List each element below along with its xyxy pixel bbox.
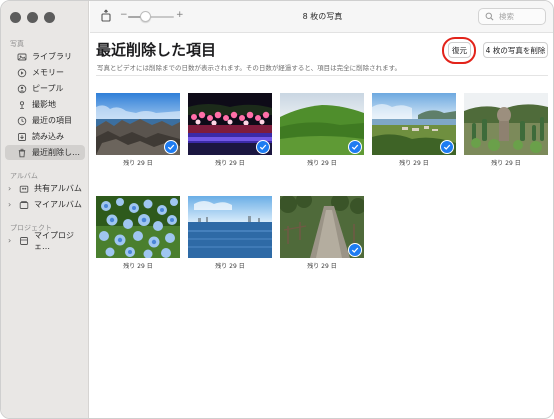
delete-photos-button[interactable]: 4 枚の写真を削除 xyxy=(483,42,548,58)
sidebar-item-label: 最近の項目 xyxy=(32,116,72,125)
places-pin-icon xyxy=(17,100,27,110)
photo-thumbnail-5[interactable] xyxy=(464,93,548,155)
sidebar: 写真 ライブラリ メモリー ピープル 撮影地 最近の項目 読み込み 最近削除し…… xyxy=(1,1,89,418)
header-divider xyxy=(96,75,548,76)
sidebar-section-albums: アルバム xyxy=(10,172,38,180)
photos-window: 写真 ライブラリ メモリー ピープル 撮影地 最近の項目 読み込み 最近削除し…… xyxy=(0,0,554,419)
selected-checkmark-icon[interactable] xyxy=(440,140,454,154)
days-remaining-label: 残り 29 日 xyxy=(123,160,153,167)
sidebar-item-my-albums[interactable]: › マイアルバム xyxy=(5,197,85,212)
days-remaining-label: 残り 29 日 xyxy=(307,263,337,270)
sidebar-item-shared-albums[interactable]: › 共有アルバム xyxy=(5,181,85,196)
sidebar-section-library: 写真 xyxy=(10,40,24,48)
my-albums-icon xyxy=(19,200,29,210)
memories-icon xyxy=(17,68,27,78)
days-remaining-label: 残り 29 日 xyxy=(215,263,245,270)
photos-library-icon xyxy=(17,52,27,62)
days-remaining-label: 残り 29 日 xyxy=(491,160,521,167)
selected-checkmark-icon[interactable] xyxy=(348,243,362,257)
projects-icon xyxy=(19,236,29,246)
sidebar-item-recents[interactable]: 最近の項目 xyxy=(5,113,85,128)
window-controls xyxy=(10,12,55,23)
photo-thumbnail-6[interactable] xyxy=(96,196,180,258)
sidebar-item-label: マイプロジェ… xyxy=(34,230,74,251)
chevron-right-icon[interactable]: › xyxy=(8,236,11,245)
sidebar-item-people[interactable]: ピープル xyxy=(5,81,85,96)
days-remaining-label: 残り 29 日 xyxy=(307,160,337,167)
people-icon xyxy=(17,84,27,94)
days-remaining-label: 残り 29 日 xyxy=(123,263,153,270)
days-remaining-label: 残り 29 日 xyxy=(399,160,429,167)
sidebar-item-label: 撮影地 xyxy=(32,100,56,109)
sidebar-item-label: 共有アルバム xyxy=(34,184,82,193)
sidebar-item-label: メモリー xyxy=(32,68,64,77)
search-placeholder: 検索 xyxy=(499,12,514,21)
sidebar-item-label: ピープル xyxy=(32,84,64,93)
page-title: 最近削除した項目 xyxy=(96,41,217,59)
sidebar-item-places[interactable]: 撮影地 xyxy=(5,97,85,112)
sidebar-item-label: ライブラリ xyxy=(32,52,72,61)
selected-checkmark-icon[interactable] xyxy=(164,140,178,154)
sidebar-item-my-projects[interactable]: › マイプロジェ… xyxy=(5,231,85,251)
zoom-window-button[interactable] xyxy=(44,12,55,23)
sidebar-item-label: 最近削除し… xyxy=(32,148,80,157)
search-field[interactable]: 検索 xyxy=(478,8,546,25)
chevron-right-icon[interactable]: › xyxy=(8,184,11,193)
days-remaining-label: 残り 29 日 xyxy=(215,160,245,167)
sidebar-item-recently-deleted[interactable]: 最近削除し… xyxy=(5,145,85,160)
restore-highlight-circle xyxy=(442,37,476,64)
page-description: 写真とビデオには削除までの日数が表示されます。その日数が経過すると、項目は完全に… xyxy=(97,64,401,72)
sidebar-item-library[interactable]: ライブラリ xyxy=(5,49,85,64)
shared-album-icon xyxy=(19,184,29,194)
toolbar: − + 8 枚の写真 検索 xyxy=(90,1,553,33)
selected-checkmark-icon[interactable] xyxy=(348,140,362,154)
sidebar-item-label: 読み込み xyxy=(32,132,64,141)
search-icon xyxy=(485,12,494,21)
minimize-window-button[interactable] xyxy=(27,12,38,23)
chevron-right-icon[interactable]: › xyxy=(8,200,11,209)
sidebar-item-label: マイアルバム xyxy=(34,200,82,209)
sidebar-item-imports[interactable]: 読み込み xyxy=(5,129,85,144)
selected-checkmark-icon[interactable] xyxy=(256,140,270,154)
photo-thumbnail-7[interactable] xyxy=(188,196,272,258)
imports-icon xyxy=(17,132,27,142)
sidebar-item-memories[interactable]: メモリー xyxy=(5,65,85,80)
recents-clock-icon xyxy=(17,116,27,126)
trash-icon xyxy=(17,148,27,158)
close-window-button[interactable] xyxy=(10,12,21,23)
